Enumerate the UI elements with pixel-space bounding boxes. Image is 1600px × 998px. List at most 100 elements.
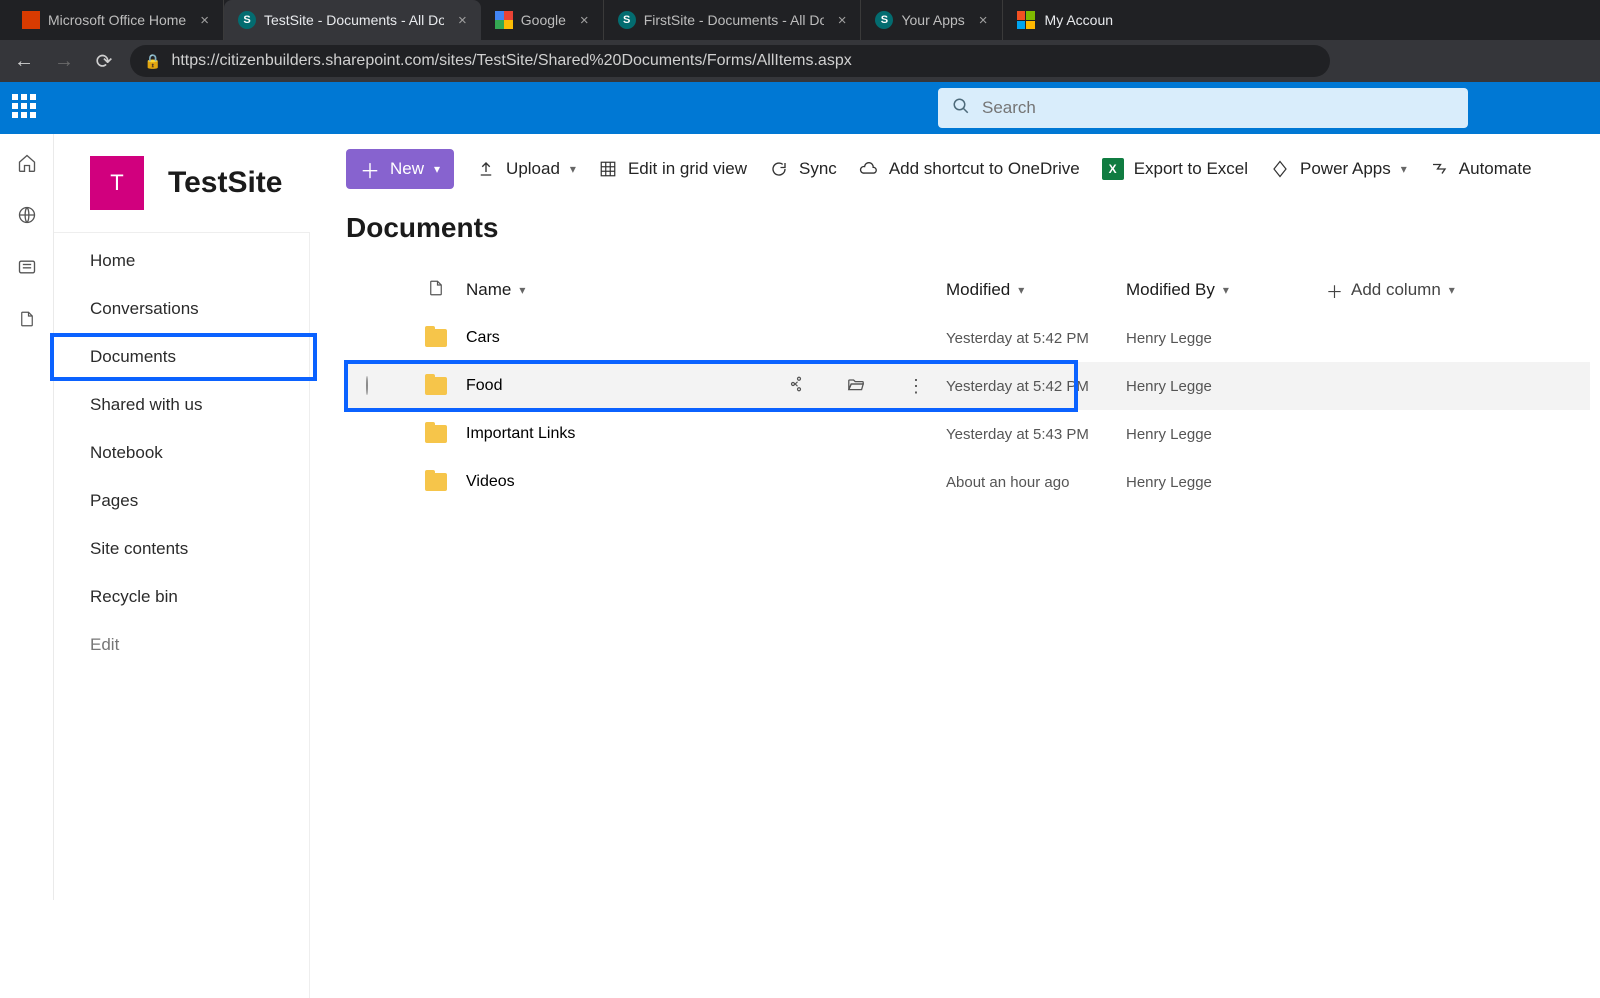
search-box[interactable]: [938, 88, 1468, 128]
browser-tab-overflow[interactable]: My Accoun: [1003, 0, 1127, 40]
app-launcher-icon[interactable]: [12, 94, 40, 122]
add-column-button[interactable]: ＋ Add column ▾: [1326, 278, 1546, 303]
col-modifiedby[interactable]: Modified By ▾: [1126, 280, 1326, 300]
row-selector[interactable]: [366, 376, 368, 395]
powerapps-button[interactable]: Power Apps ▾: [1270, 159, 1407, 179]
globe-icon[interactable]: [16, 204, 38, 226]
chevron-down-icon: ▾: [1018, 283, 1024, 297]
table-row[interactable]: Cars Yesterday at 5:42 PM Henry Legge: [346, 314, 1590, 362]
cmd-label: Automate: [1459, 159, 1532, 179]
side-nav: Home Conversations Documents Shared with…: [54, 232, 310, 998]
col-modified-label: Modified: [946, 280, 1010, 300]
sidenav-item-documents[interactable]: Documents: [50, 333, 317, 381]
item-modifiedby: Henry Legge: [1126, 330, 1326, 347]
new-button-label: New: [390, 159, 424, 179]
sidenav-item-conversations[interactable]: Conversations: [54, 285, 309, 333]
edit-grid-button[interactable]: Edit in grid view: [598, 159, 747, 179]
excel-icon: X: [1102, 158, 1124, 180]
item-modifiedby: Henry Legge: [1126, 378, 1326, 395]
chevron-down-icon: ▾: [1449, 283, 1455, 297]
address-bar[interactable]: 🔒 https://citizenbuilders.sharepoint.com…: [130, 45, 1330, 77]
doclib-grid: Name ▾ Modified ▾ Modified By ▾ ＋ Add co…: [346, 266, 1590, 506]
item-name[interactable]: Food: [466, 377, 766, 395]
close-icon[interactable]: ×: [838, 12, 847, 29]
sidenav-item-home[interactable]: Home: [54, 237, 309, 285]
chevron-down-icon: ▾: [1401, 162, 1407, 176]
item-name[interactable]: Important Links: [466, 425, 766, 443]
sharepoint-icon: S: [875, 11, 893, 29]
table-row[interactable]: Food ⋮ Yesterday at 5:42 PM Henry Legge: [346, 362, 1076, 410]
new-button[interactable]: ＋ New ▾: [346, 149, 454, 189]
reload-icon[interactable]: ⟳: [90, 49, 118, 74]
microsoft-icon: [1017, 11, 1035, 29]
automate-button[interactable]: Automate: [1429, 159, 1532, 179]
app-rail: [0, 134, 54, 900]
search-input[interactable]: [982, 98, 1454, 118]
browser-tab[interactable]: Microsoft Office Home ×: [8, 0, 224, 40]
item-modified: Yesterday at 5:43 PM: [946, 426, 1126, 443]
tab-title: TestSite - Documents - All Docum: [264, 12, 444, 28]
cmd-label: Power Apps: [1300, 159, 1391, 179]
sidenav-item-notebook[interactable]: Notebook: [54, 429, 309, 477]
item-modified: About an hour ago: [946, 474, 1126, 491]
sidenav-item-sitecontents[interactable]: Site contents: [54, 525, 309, 573]
close-icon[interactable]: ×: [979, 12, 988, 29]
close-icon[interactable]: ×: [458, 12, 467, 29]
onedrive-shortcut-button[interactable]: Add shortcut to OneDrive: [859, 159, 1080, 179]
browser-chrome: Microsoft Office Home × S TestSite - Doc…: [0, 0, 1600, 82]
col-name[interactable]: Name ▾: [466, 280, 766, 300]
sharepoint-icon: S: [618, 11, 636, 29]
close-icon[interactable]: ×: [580, 12, 589, 29]
back-icon[interactable]: ←: [10, 50, 38, 73]
chevron-down-icon: ▾: [1223, 283, 1229, 297]
doctype-icon[interactable]: [406, 278, 466, 303]
site-logo[interactable]: T: [90, 156, 144, 210]
sharepoint-icon: S: [238, 11, 256, 29]
folder-icon: [425, 329, 447, 347]
sidenav-item-pages[interactable]: Pages: [54, 477, 309, 525]
item-name[interactable]: Cars: [466, 329, 766, 347]
home-icon[interactable]: [16, 152, 38, 174]
cmd-label: Sync: [799, 159, 837, 179]
left-column: T TestSite Home Conversations Documents …: [54, 134, 310, 900]
plus-icon: ＋: [360, 155, 380, 184]
google-icon: [495, 11, 513, 29]
folder-icon: [425, 425, 447, 443]
close-icon[interactable]: ×: [200, 12, 209, 29]
share-icon[interactable]: [766, 375, 826, 398]
grid-icon: [598, 159, 618, 179]
item-name[interactable]: Videos: [466, 473, 766, 491]
col-modified[interactable]: Modified ▾: [946, 280, 1126, 300]
item-modifiedby: Henry Legge: [1126, 474, 1326, 491]
table-row[interactable]: Videos About an hour ago Henry Legge: [346, 458, 1590, 506]
browser-tab[interactable]: S FirstSite - Documents - All Docum ×: [604, 0, 862, 40]
export-excel-button[interactable]: X Export to Excel: [1102, 158, 1248, 180]
browser-tabs: Microsoft Office Home × S TestSite - Doc…: [0, 0, 1600, 40]
folder-open-icon[interactable]: [826, 376, 886, 397]
browser-tab-active[interactable]: S TestSite - Documents - All Docum ×: [224, 0, 481, 40]
file-icon[interactable]: [16, 308, 38, 330]
tab-title: My Accoun: [1045, 12, 1113, 28]
url-text: https://citizenbuilders.sharepoint.com/s…: [171, 52, 851, 70]
browser-tab[interactable]: S Your Apps ×: [861, 0, 1002, 40]
browser-tab[interactable]: Google ×: [481, 0, 604, 40]
onedrive-icon: [859, 159, 879, 179]
news-icon[interactable]: [16, 256, 38, 278]
sidenav-item-recyclebin[interactable]: Recycle bin: [54, 573, 309, 621]
suite-bar: [0, 82, 1600, 134]
sidenav-edit[interactable]: Edit: [54, 621, 309, 669]
sync-button[interactable]: Sync: [769, 159, 837, 179]
site-header: T TestSite: [54, 134, 310, 232]
sidenav-item-shared[interactable]: Shared with us: [54, 381, 309, 429]
upload-button[interactable]: Upload ▾: [476, 159, 576, 179]
tab-title: Microsoft Office Home: [48, 12, 186, 28]
automate-icon: [1429, 159, 1449, 179]
lock-icon: 🔒: [144, 53, 161, 70]
table-row[interactable]: Important Links Yesterday at 5:43 PM Hen…: [346, 410, 1590, 458]
col-modifiedby-label: Modified By: [1126, 280, 1215, 300]
more-actions-icon[interactable]: ⋮: [886, 376, 946, 397]
forward-icon[interactable]: →: [50, 50, 78, 73]
library-title: Documents: [346, 212, 1590, 244]
office-icon: [22, 11, 40, 29]
site-title: TestSite: [168, 166, 282, 200]
